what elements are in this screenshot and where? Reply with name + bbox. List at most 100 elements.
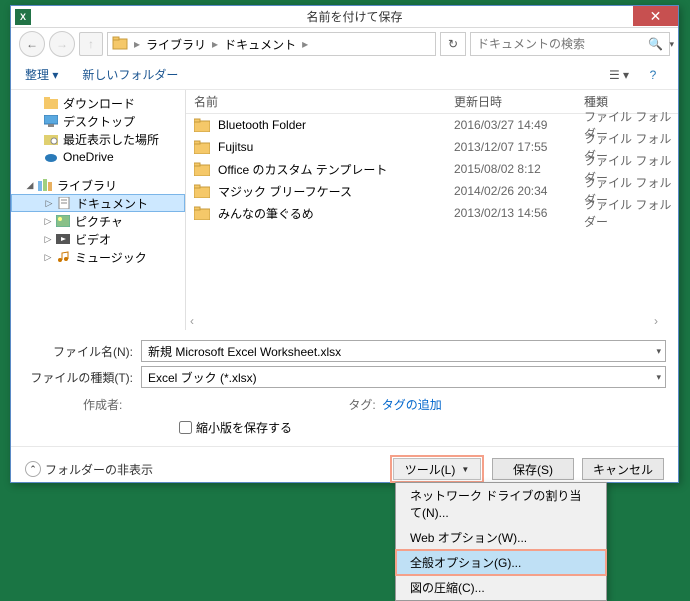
chevron-right-icon: ▸ <box>210 37 220 51</box>
hide-folders-label: フォルダーの非表示 <box>45 461 153 478</box>
chevron-right-icon: ▸ <box>300 37 310 51</box>
path-seg-documents[interactable]: ドキュメント <box>220 36 300 53</box>
file-date: 2013/12/07 17:55 <box>454 140 584 154</box>
sidebar-item-onedrive[interactable]: OneDrive <box>11 148 185 166</box>
help-button[interactable]: ? <box>638 65 668 85</box>
save-as-dialog: X 名前を付けて保存 ✕ ← → ↑ ▸ ライブラリ ▸ ドキュメント ▸ ▾ … <box>10 5 679 483</box>
file-name: みんなの筆ぐるめ <box>218 205 454 222</box>
tree-label: ビデオ <box>75 231 111 248</box>
file-name: Bluetooth Folder <box>218 118 454 132</box>
col-header-name[interactable]: 名前 <box>194 93 454 110</box>
sidebar-item-libraries[interactable]: ◢ ライブラリ <box>11 176 185 194</box>
tools-button[interactable]: ツール(L) ▼ <box>393 458 481 480</box>
folder-icon <box>194 140 210 154</box>
filename-input[interactable]: ▾ <box>141 340 666 362</box>
sidebar-item-pictures[interactable]: ▷ ピクチャ <box>11 212 185 230</box>
expand-icon[interactable]: ▷ <box>43 216 53 227</box>
search-input[interactable] <box>477 37 648 51</box>
dropdown-network-drive[interactable]: ネットワーク ドライブの割り当て(N)... <box>396 483 606 525</box>
nav-row: ← → ↑ ▸ ライブラリ ▸ ドキュメント ▸ ▾ ↻ 🔍 <box>11 28 678 60</box>
refresh-button[interactable]: ↻ <box>440 32 466 56</box>
path-seg-libraries[interactable]: ライブラリ <box>142 36 210 53</box>
thumbnail-label: 縮小版を保存する <box>196 419 292 436</box>
music-icon <box>55 250 71 264</box>
up-button[interactable]: ↑ <box>79 32 103 56</box>
file-name: Fujitsu <box>218 140 454 154</box>
chevron-down-icon[interactable]: ▾ <box>656 372 661 383</box>
folder-icon <box>194 162 210 176</box>
recent-icon <box>43 132 59 146</box>
chevron-down-icon[interactable]: ▾ <box>669 39 674 50</box>
sidebar-item-videos[interactable]: ▷ ビデオ <box>11 230 185 248</box>
tree-label: デスクトップ <box>63 113 135 130</box>
view-options-button[interactable]: ☰ ▾ <box>604 65 634 85</box>
tree-label: ライブラリ <box>57 177 117 194</box>
libraries-icon <box>37 178 53 192</box>
file-name: Office のカスタム テンプレート <box>218 161 454 178</box>
new-folder-button[interactable]: 新しいフォルダー <box>78 64 182 85</box>
tree-label: OneDrive <box>63 150 114 164</box>
sidebar-item-downloads[interactable]: ダウンロード <box>11 94 185 112</box>
tag-label: タグ: <box>348 396 375 413</box>
file-date: 2015/08/02 8:12 <box>454 162 584 176</box>
chevron-down-icon: ▼ <box>461 465 469 474</box>
tools-dropdown: ネットワーク ドライブの割り当て(N)... Web オプション(W)... 全… <box>395 482 607 601</box>
tools-label: ツール(L) <box>405 461 456 478</box>
expand-icon[interactable]: ▷ <box>43 252 53 263</box>
sidebar-item-recent[interactable]: 最近表示した場所 <box>11 130 185 148</box>
tree-label: ダウンロード <box>63 95 135 112</box>
dialog-title: 名前を付けて保存 <box>31 8 678 25</box>
form-area: ファイル名(N): ▾ ファイルの種類(T): Excel ブック (*.xls… <box>11 330 678 446</box>
file-date: 2013/02/13 14:56 <box>454 206 584 220</box>
collapse-icon[interactable]: ◢ <box>25 180 35 191</box>
file-name: マジック ブリーフケース <box>218 183 454 200</box>
chevron-right-icon: ▸ <box>132 37 142 51</box>
filetype-label: ファイルの種類(T): <box>23 369 133 386</box>
file-type: ファイル フォルダー <box>584 196 678 230</box>
chevron-up-icon: ⌃ <box>25 461 41 477</box>
col-header-date[interactable]: 更新日時 <box>454 93 584 110</box>
back-button[interactable]: ← <box>19 31 45 57</box>
libraries-icon <box>112 36 128 53</box>
sidebar-item-music[interactable]: ▷ ミュージック <box>11 248 185 266</box>
filename-field[interactable] <box>148 344 659 358</box>
folder-icon <box>194 184 210 198</box>
dropdown-compress-pictures[interactable]: 図の圧縮(C)... <box>396 575 606 600</box>
file-list: 名前 更新日時 種類 Bluetooth Folder2016/03/27 14… <box>186 90 678 330</box>
pictures-icon <box>55 214 71 228</box>
hide-folders-toggle[interactable]: ⌃ フォルダーの非表示 <box>25 461 153 478</box>
toolbar: 整理 ▾ 新しいフォルダー ☰ ▾ ? <box>11 60 678 90</box>
thumbnail-checkbox[interactable] <box>179 421 192 434</box>
expand-icon[interactable]: ▷ <box>44 198 54 209</box>
scrollbar[interactable]: ‹› <box>190 314 658 328</box>
save-button[interactable]: 保存(S) <box>492 458 574 480</box>
search-box[interactable]: 🔍 <box>470 32 670 56</box>
tools-highlight: ツール(L) ▼ <box>390 455 484 483</box>
sidebar-item-documents[interactable]: ▷ ドキュメント <box>11 194 185 212</box>
dropdown-general-options[interactable]: 全般オプション(G)... <box>395 549 607 576</box>
sidebar-item-desktop[interactable]: デスクトップ <box>11 112 185 130</box>
close-button[interactable]: ✕ <box>633 6 678 26</box>
path-bar[interactable]: ▸ ライブラリ ▸ ドキュメント ▸ ▾ <box>107 32 436 56</box>
file-date: 2014/02/26 20:34 <box>454 184 584 198</box>
dropdown-web-options[interactable]: Web オプション(W)... <box>396 525 606 550</box>
tree-label: ドキュメント <box>76 195 148 212</box>
tree-label: 最近表示した場所 <box>63 131 159 148</box>
folder-icon <box>194 118 210 132</box>
expand-icon[interactable]: ▷ <box>43 234 53 245</box>
sidebar: ダウンロード デスクトップ 最近表示した場所 OneDrive ◢ ライブラリ <box>11 90 186 330</box>
folder-icon <box>43 96 59 110</box>
filetype-select[interactable]: Excel ブック (*.xlsx) ▾ <box>141 366 666 388</box>
forward-button[interactable]: → <box>49 31 75 57</box>
tag-value[interactable]: タグの追加 <box>382 396 442 413</box>
author-label: 作成者: <box>83 396 122 413</box>
onedrive-icon <box>43 150 59 164</box>
cancel-button[interactable]: キャンセル <box>582 458 664 480</box>
chevron-down-icon[interactable]: ▾ <box>656 346 661 357</box>
content-area: ダウンロード デスクトップ 最近表示した場所 OneDrive ◢ ライブラリ <box>11 90 678 330</box>
videos-icon <box>55 232 71 246</box>
titlebar: X 名前を付けて保存 ✕ <box>11 6 678 28</box>
file-row[interactable]: みんなの筆ぐるめ2013/02/13 14:56ファイル フォルダー <box>186 202 678 224</box>
document-icon <box>56 196 72 210</box>
organize-button[interactable]: 整理 ▾ <box>21 64 62 85</box>
